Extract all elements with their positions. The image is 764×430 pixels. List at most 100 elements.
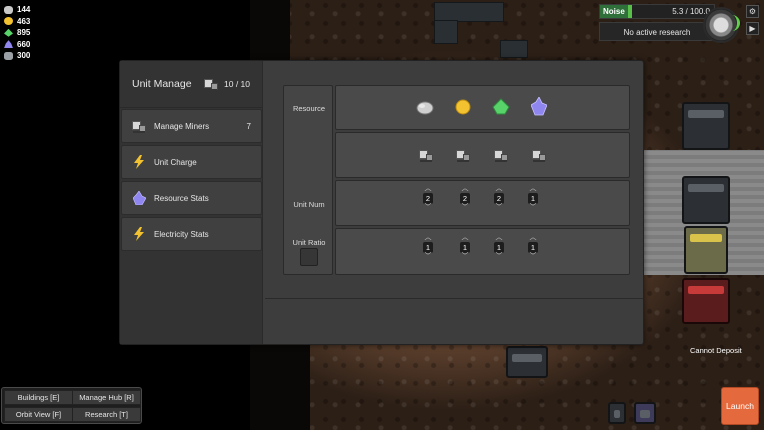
sidebar-item-unit-charge[interactable]: Unit Charge <box>121 145 262 179</box>
deposit-status: Cannot Deposit <box>690 346 742 355</box>
unit-num-value: 1 <box>528 193 538 204</box>
play-icon[interactable]: ▶ <box>746 22 759 35</box>
unit-num-value: 2 <box>460 193 470 204</box>
unit-num-value: 2 <box>423 193 433 204</box>
resource-counter-list: 144 463 895 660 300 <box>4 4 30 62</box>
unit-num-stepper[interactable]: ︿ 2 ﹀ <box>455 185 475 212</box>
miner-icons-row <box>335 132 630 178</box>
manage-hub-button[interactable]: Manage Hub [R] <box>72 390 141 405</box>
miner-unit[interactable] <box>634 402 656 424</box>
crystal-icon <box>132 191 146 205</box>
crystal-icon <box>531 97 547 116</box>
storage-building[interactable] <box>682 176 730 224</box>
chevron-up-icon[interactable]: ︿ <box>496 185 503 193</box>
launch-button[interactable]: Launch <box>721 387 759 425</box>
stone-icon <box>416 101 434 115</box>
storage-building[interactable] <box>682 102 730 150</box>
unit-ratio-value: 1 <box>423 242 433 253</box>
unit-ratio-stepper[interactable]: ︿ 1 ﹀ <box>455 234 475 261</box>
unit-ratio-stepper[interactable]: ︿ 1 ﹀ <box>418 234 438 261</box>
chevron-down-icon[interactable]: ﹀ <box>496 204 503 212</box>
unit-ratio-value: 1 <box>460 242 470 253</box>
chevron-up-icon[interactable]: ︿ <box>425 234 432 242</box>
unit-ratio-checkbox[interactable] <box>300 248 318 266</box>
sidebar-item-manage-miners[interactable]: Manage Miners 7 <box>121 109 262 143</box>
resource-amount: 463 <box>17 16 31 26</box>
chevron-up-icon[interactable]: ︿ <box>425 185 432 193</box>
iron-icon <box>4 51 13 60</box>
unit-num-stepper[interactable]: ︿ 2 ﹀ <box>418 185 438 212</box>
gold-icon <box>4 17 13 26</box>
sidebar-item-label: Resource Stats <box>154 193 209 203</box>
lightning-icon <box>132 155 146 169</box>
unit-manage-modal: Unit Manage 10 / 10 Manage Miners 7 Unit… <box>119 60 644 345</box>
unit-ratio-stepper[interactable]: ︿ 1 ﹀ <box>489 234 509 261</box>
hub-building[interactable] <box>682 278 730 324</box>
settings-gear-icon[interactable]: ⚙ <box>746 5 759 18</box>
resource-row-gold: 463 <box>4 16 30 28</box>
chevron-down-icon[interactable]: ﹀ <box>462 204 469 212</box>
resource-icons-row <box>335 85 630 130</box>
lightning-icon <box>132 227 146 241</box>
sidebar-item-label: Manage Miners <box>154 121 210 131</box>
row-label-column: Resource Unit Num Unit Ratio <box>283 85 333 275</box>
storage-building[interactable] <box>506 346 548 378</box>
unit-ratio-row: ︿ 1 ﹀ ︿ 1 ﹀ ︿ 1 ﹀ ︿ 1 ﹀ <box>335 228 630 275</box>
sidebar-item-label: Unit Charge <box>154 157 197 167</box>
resource-row-emerald: 895 <box>4 27 30 39</box>
chevron-down-icon[interactable]: ﹀ <box>496 253 503 261</box>
crystal-icon <box>4 40 13 49</box>
miner-icon <box>532 149 546 162</box>
noise-value: 5.3 / 100.0 <box>672 7 710 16</box>
miner-icon <box>456 149 470 162</box>
noise-meter: Noise 5.3 / 100.0 <box>599 4 715 19</box>
chevron-up-icon[interactable]: ︿ <box>530 185 537 193</box>
research-button[interactable]: Research [T] <box>72 407 141 422</box>
resource-amount: 300 <box>17 51 31 61</box>
unit-manage-sidebar: Unit Manage 10 / 10 Manage Miners 7 Unit… <box>120 61 263 344</box>
miner-unit[interactable] <box>608 402 626 424</box>
chevron-down-icon[interactable]: ﹀ <box>530 204 537 212</box>
miner-icon <box>494 149 508 162</box>
buildings-button[interactable]: Buildings [E] <box>4 390 73 405</box>
gold-icon <box>455 99 471 115</box>
sidebar-item-resource-stats[interactable]: Resource Stats <box>121 181 262 215</box>
chevron-down-icon[interactable]: ﹀ <box>530 253 537 261</box>
cave-shadow <box>250 340 310 430</box>
chevron-down-icon[interactable]: ﹀ <box>462 253 469 261</box>
stone-icon <box>4 5 13 14</box>
emerald-icon <box>4 28 13 37</box>
unit-count-value: 10 / 10 <box>224 79 250 89</box>
resource-amount: 895 <box>17 28 31 38</box>
modal-header: Unit Manage 10 / 10 <box>120 61 262 108</box>
miner-icon <box>132 119 146 133</box>
chevron-up-icon[interactable]: ︿ <box>462 185 469 193</box>
sidebar-item-electricity-stats[interactable]: Electricity Stats <box>121 217 262 251</box>
planet-gauge-icon[interactable] <box>703 7 740 43</box>
rock-tile <box>500 40 528 58</box>
status-hud: Noise 5.3 / 100.0 No active research <box>599 4 715 42</box>
chevron-up-icon[interactable]: ︿ <box>530 234 537 242</box>
unit-ratio-row-label: Unit Ratio <box>292 238 326 247</box>
chevron-up-icon[interactable]: ︿ <box>462 234 469 242</box>
unit-ratio-value: 1 <box>528 242 538 253</box>
orbit-view-button[interactable]: Orbit View [F] <box>4 407 73 422</box>
emerald-icon <box>492 98 510 115</box>
chevron-down-icon[interactable]: ﹀ <box>425 204 432 212</box>
unit-num-row-label: Unit Num <box>293 200 325 209</box>
resource-row-label: Resource <box>292 104 326 113</box>
chevron-down-icon[interactable]: ﹀ <box>425 253 432 261</box>
miner-icon <box>419 149 433 162</box>
sidebar-item-count: 7 <box>246 121 251 131</box>
unit-ratio-stepper[interactable]: ︿ 1 ﹀ <box>523 234 543 261</box>
chevron-up-icon[interactable]: ︿ <box>496 234 503 242</box>
unit-num-stepper[interactable]: ︿ 1 ﹀ <box>523 185 543 212</box>
rock-tile <box>434 20 458 44</box>
research-status[interactable]: No active research <box>599 22 715 41</box>
charger-building[interactable] <box>684 226 728 274</box>
resource-amount: 660 <box>17 39 31 49</box>
resource-row-crystal: 660 <box>4 39 30 51</box>
unit-num-stepper[interactable]: ︿ 2 ﹀ <box>489 185 509 212</box>
noise-label: Noise <box>600 5 628 18</box>
unit-num-value: 2 <box>494 193 504 204</box>
